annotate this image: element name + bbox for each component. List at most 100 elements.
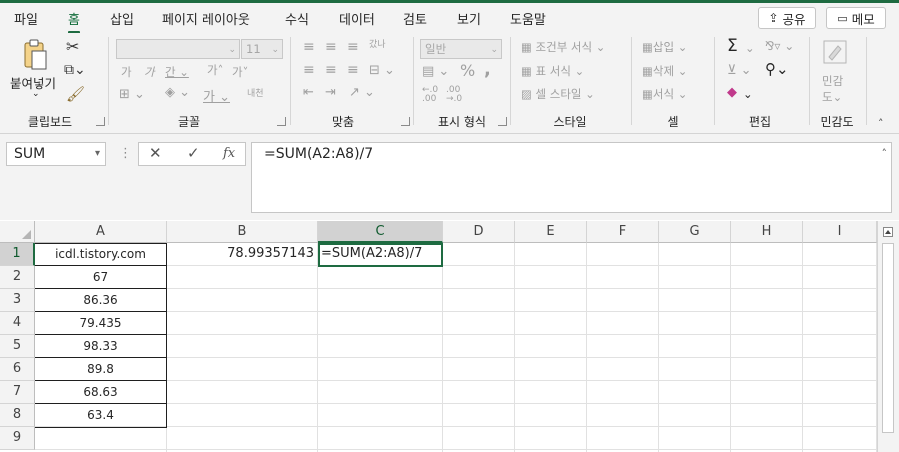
tab-review[interactable]: 검토 <box>403 9 427 28</box>
orientation-icon[interactable]: 갔나 <box>369 37 386 50</box>
name-box[interactable]: SUM ▾ <box>6 142 106 166</box>
clear-dropdown-icon[interactable]: ⌄ <box>743 87 753 101</box>
vertical-scrollbar[interactable] <box>877 221 899 452</box>
column-header-h[interactable]: H <box>731 221 803 243</box>
cell-a5[interactable]: 98.33 <box>35 335 166 358</box>
number-format-combo[interactable]: 일반 ⌄ <box>420 39 502 59</box>
row-header-8[interactable]: 8 <box>0 404 35 427</box>
format-painter-icon[interactable]: 🖌 <box>66 85 85 103</box>
share-button[interactable]: ⇪ 공유 <box>758 7 816 29</box>
increase-font-icon[interactable]: 가˄ <box>207 62 223 78</box>
find-select-icon[interactable]: ⚲⌄ <box>765 60 789 78</box>
column-header-g[interactable]: G <box>659 221 731 243</box>
phonetic-icon[interactable]: 내천 <box>247 86 264 99</box>
sensitivity-label-2[interactable]: 도⌄ <box>822 89 842 105</box>
cell-a3[interactable]: 86.36 <box>35 289 166 312</box>
clipboard-launcher-icon[interactable] <box>96 117 105 126</box>
font-color-icon[interactable]: 가 ⌄ <box>203 86 230 105</box>
font-launcher-icon[interactable] <box>277 117 286 126</box>
delete-cells-button[interactable]: ▦삭제 ⌄ <box>642 63 687 79</box>
tab-insert[interactable]: 삽입 <box>110 9 134 28</box>
row-header-9[interactable]: 9 <box>0 427 35 450</box>
more-options-icon[interactable]: ⋮ <box>119 146 132 161</box>
row-header-2[interactable]: 2 <box>0 266 35 289</box>
format-as-table-button[interactable]: ▦ 표 서식 ⌄ <box>521 63 584 79</box>
row-header-5[interactable]: 5 <box>0 335 35 358</box>
text-direction-icon[interactable]: ↗ ⌄ <box>349 85 375 100</box>
align-right-icon[interactable]: ≡ <box>347 62 359 78</box>
fill-color-icon[interactable]: ◈ ⌄ <box>165 85 190 100</box>
decrease-indent-icon[interactable]: ⇤ <box>303 85 314 100</box>
collapse-ribbon-icon[interactable]: ˄ <box>878 117 884 130</box>
align-bottom-icon[interactable]: ≡ <box>347 39 359 55</box>
column-header-i[interactable]: I <box>803 221 877 243</box>
sensitivity-label[interactable]: 민감 <box>822 73 843 89</box>
cell-a1[interactable]: icdl.tistory.com <box>35 243 166 266</box>
align-middle-icon[interactable]: ≡ <box>325 39 337 55</box>
column-header-a[interactable]: A <box>35 221 167 243</box>
copy-icon[interactable]: ⧉⌄ <box>64 62 86 78</box>
clear-icon[interactable]: ◆ <box>727 85 737 100</box>
column-header-e[interactable]: E <box>515 221 587 243</box>
cell-a2[interactable]: 67 <box>35 266 166 289</box>
align-top-icon[interactable]: ≡ <box>303 39 315 55</box>
decrease-decimal-icon[interactable]: .00 →.0 <box>446 86 462 104</box>
scroll-up-icon[interactable] <box>883 227 893 237</box>
tab-home[interactable]: 홈 <box>68 9 80 34</box>
bold-icon[interactable]: 가 <box>121 64 132 80</box>
comments-button[interactable]: ▭ 메모 <box>826 7 886 29</box>
merge-center-icon[interactable]: ⊟ ⌄ <box>369 63 395 78</box>
decrease-font-icon[interactable]: 가˅ <box>232 64 248 80</box>
increase-decimal-icon[interactable]: ←.0.00 <box>422 86 438 104</box>
chevron-down-icon[interactable]: ▾ <box>95 143 100 165</box>
italic-icon[interactable]: 가 <box>144 64 155 80</box>
select-all-button[interactable] <box>0 221 35 243</box>
tab-data[interactable]: 데이터 <box>339 9 375 28</box>
tab-page-layout[interactable]: 페이지 레이아웃 <box>162 9 250 28</box>
formula-input[interactable]: =SUM(A2:A8)/7 ˄ <box>251 142 892 213</box>
underline-icon[interactable]: 간 ⌄ <box>165 64 189 80</box>
collapse-formula-bar-icon[interactable]: ˄ <box>882 147 888 160</box>
tab-formulas[interactable]: 수식 <box>285 9 309 28</box>
comma-style-icon[interactable]: , <box>484 59 491 80</box>
insert-function-icon[interactable]: fx <box>223 146 235 161</box>
cell-a6[interactable]: 89.8 <box>35 358 166 381</box>
font-size-combo[interactable]: 11 ⌄ <box>241 39 283 59</box>
conditional-formatting-button[interactable]: ▦ 조건부 서식 ⌄ <box>521 39 605 55</box>
row-header-7[interactable]: 7 <box>0 381 35 404</box>
align-left-icon[interactable]: ≡ <box>303 62 315 78</box>
align-center-icon[interactable]: ≡ <box>325 62 337 78</box>
autosum-dropdown-icon[interactable]: ⌄ <box>745 41 755 55</box>
column-header-f[interactable]: F <box>587 221 659 243</box>
row-header-1[interactable]: 1 <box>0 243 35 266</box>
fill-icon[interactable]: ⊻ ⌄ <box>727 63 752 78</box>
tab-file[interactable]: 파일 <box>14 9 38 28</box>
enter-icon[interactable]: ✓ <box>187 144 200 162</box>
column-header-c[interactable]: C <box>318 221 443 243</box>
cancel-icon[interactable]: ✕ <box>149 144 162 162</box>
number-launcher-icon[interactable] <box>498 117 507 126</box>
font-name-combo[interactable]: ⌄ <box>116 39 240 59</box>
cell-a4[interactable]: 79.435 <box>35 312 166 335</box>
cell-b1[interactable]: 78.99357143 <box>167 243 317 266</box>
sensitivity-icon[interactable] <box>822 39 848 65</box>
increase-indent-icon[interactable]: ⇥ <box>325 85 336 100</box>
border-icon[interactable]: ⊞ ⌄ <box>119 87 145 102</box>
cell-a7[interactable]: 68.63 <box>35 381 166 404</box>
cut-icon[interactable]: ✂ <box>66 37 79 56</box>
row-header-3[interactable]: 3 <box>0 289 35 312</box>
format-cells-button[interactable]: ▦서식 ⌄ <box>642 86 687 102</box>
scrollbar-thumb[interactable] <box>882 243 894 433</box>
sort-filter-icon[interactable]: ⅋▿ ⌄ <box>765 39 794 53</box>
alignment-launcher-icon[interactable] <box>401 117 410 126</box>
row-header-6[interactable]: 6 <box>0 358 35 381</box>
column-header-b[interactable]: B <box>167 221 318 243</box>
tab-help[interactable]: 도움말 <box>510 9 546 28</box>
row-header-4[interactable]: 4 <box>0 312 35 335</box>
autosum-icon[interactable]: Σ <box>727 36 738 56</box>
column-header-d[interactable]: D <box>443 221 515 243</box>
cell-a8[interactable]: 63.4 <box>35 404 166 427</box>
cell-styles-button[interactable]: ▨ 셀 스타일 ⌄ <box>521 86 595 102</box>
paste-icon[interactable] <box>22 39 50 71</box>
tab-view[interactable]: 보기 <box>457 9 481 28</box>
